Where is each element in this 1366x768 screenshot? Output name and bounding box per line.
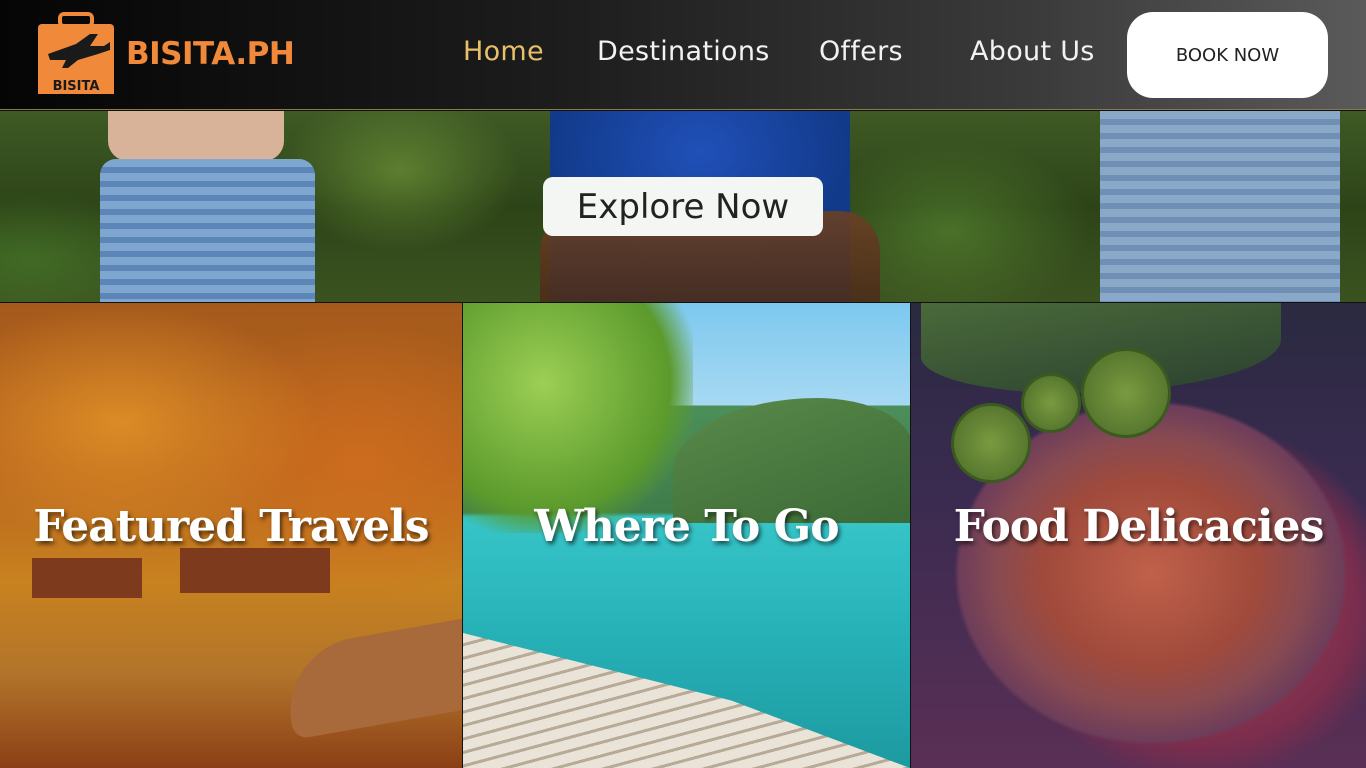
card-title: Food Delicacies [953, 501, 1325, 552]
brand-name[interactable]: BISITA.PH [126, 36, 295, 72]
featured-travels-card[interactable]: Featured Travels [0, 303, 462, 768]
site-header: BISITA BISITA.PH Home Destinations Offer… [0, 0, 1366, 110]
food-delicacies-card[interactable]: Food Delicacies [911, 303, 1366, 768]
card-photo-detail [1081, 348, 1171, 438]
hero-photo-detail [108, 111, 284, 161]
card-photo-detail [278, 616, 462, 740]
nav-offers[interactable]: Offers [819, 36, 903, 67]
logo-mark-text: BISITA [53, 79, 100, 94]
hero-photo-detail [100, 159, 315, 302]
card-photo-detail [260, 548, 330, 593]
card-photo-detail [463, 633, 910, 768]
card-photo-detail [180, 548, 270, 593]
card-photo-detail [32, 558, 142, 598]
where-to-go-card[interactable]: Where To Go [463, 303, 910, 768]
book-now-button[interactable]: BOOK NOW [1127, 12, 1328, 98]
hero-photo-detail [1100, 111, 1340, 302]
card-photo-detail [463, 303, 693, 533]
hero-banner: Explore Now [0, 111, 1366, 302]
card-photo-detail [1021, 373, 1081, 433]
card-title: Featured Travels [33, 501, 429, 552]
card-photo-detail [951, 403, 1031, 483]
explore-now-button[interactable]: Explore Now [543, 177, 823, 236]
card-title: Where To Go [534, 501, 839, 552]
suitcase-plane-logo-icon[interactable]: BISITA [38, 12, 114, 94]
nav-home[interactable]: Home [463, 36, 544, 67]
nav-about-us[interactable]: About Us [970, 36, 1095, 67]
nav-destinations[interactable]: Destinations [597, 36, 770, 67]
